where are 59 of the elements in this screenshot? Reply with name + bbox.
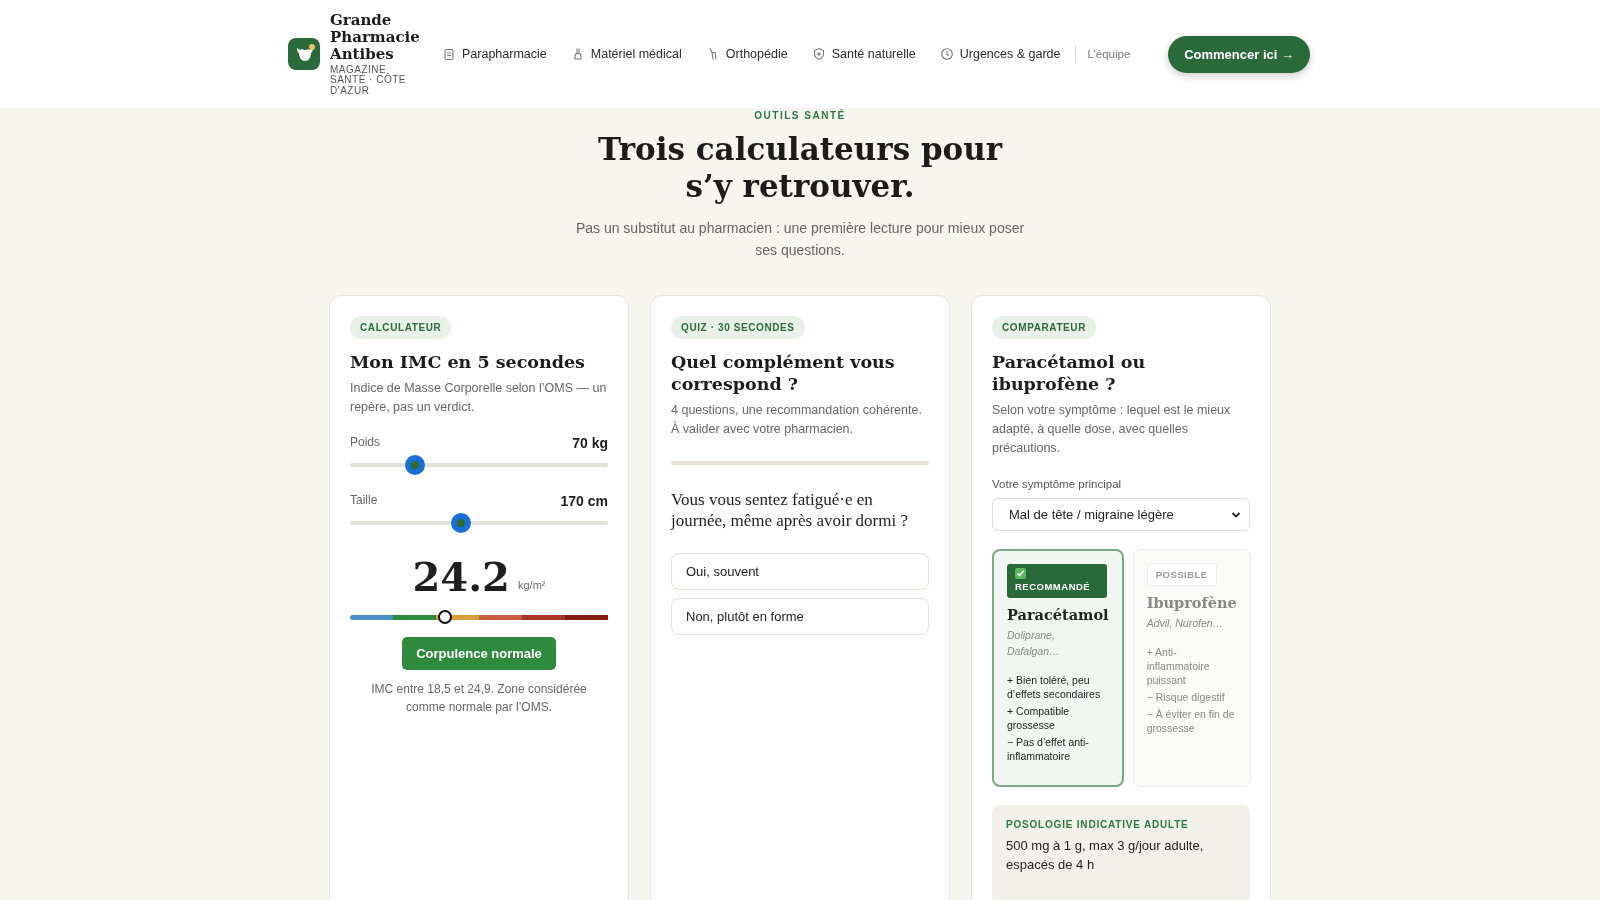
card-description: Indice de Masse Corporelle selon l’OMS — un repère, pas un verdict. — [350, 380, 608, 416]
option-point: + Anti-inflammatoire puissant — [1146, 645, 1211, 687]
nav-link[interactable]: Santé naturelle — [811, 47, 916, 61]
card-title: Quel complément vous correspond ? — [671, 351, 896, 395]
dosage-label: POSOLOGIE INDICATIVE ADULTE — [1006, 819, 1190, 830]
bmi-value: 24.2 — [412, 557, 510, 597]
nav-icon — [939, 47, 954, 61]
option-point: + Bien toléré, peu d’effets secondaires — [1007, 673, 1102, 701]
card-tag: CALCULATEUR — [350, 316, 452, 339]
caret-icon — [1231, 510, 1241, 519]
page-title: Trois calculateurs pour s’y retrouver. — [596, 131, 1004, 205]
nav-icon — [442, 47, 456, 61]
bmi-unit: kg/m² — [517, 579, 546, 591]
page-subtitle: Pas un substitut au pharmacien : une première lecture pour mieux poser ses questions. — [574, 219, 1026, 260]
card-title: Mon IMC en 5 secondes — [350, 351, 586, 373]
answer-button[interactable]: Oui, souvent — [671, 553, 929, 590]
symptom-select[interactable]: Mal de tête / migraine légère — [992, 498, 1250, 531]
nav-link[interactable]: Matériel médical — [570, 47, 682, 61]
option-brands: Advil, Nurofen… — [1146, 616, 1225, 631]
option-name: Ibuprofène — [1146, 594, 1237, 611]
verdict-label: Corpulence normale — [402, 637, 556, 670]
brand-name: Grande Pharmacie Antibes — [330, 11, 421, 63]
nav-link[interactable]: Parapharmacie — [442, 47, 547, 61]
brand-tagline: MAGAZINE SANTÉ · CÔTE D'AZUR — [330, 64, 407, 97]
option-card[interactable]: POSSIBLE Ibuprofène Advil, Nurofen… + Anti-inflammatoire puissant − Risque digestif − À éviter en fin de grossesse — [1132, 549, 1251, 787]
card-title: Paracétamol ou ibuprofène ? — [992, 351, 1147, 395]
option-brands: Doliprane, Dafalgan… — [1007, 628, 1061, 659]
slider-thumb[interactable] — [404, 455, 425, 475]
option-point: − À éviter en fin de grossesse — [1146, 707, 1236, 735]
nav-link[interactable]: L’équipe — [1087, 48, 1131, 60]
bmi-note: IMC entre 18,5 et 24,9. Zone considérée comme normale par l’OMS. — [370, 681, 588, 716]
slider-reading: 170 cm — [560, 493, 608, 509]
slider-track[interactable] — [350, 455, 608, 475]
nav-link[interactable]: Orthopédie — [705, 47, 788, 61]
dosage-text: 500 mg à 1 g, max 3 g/jour adulte, espacés de 4 h — [1006, 837, 1205, 874]
nav-icon — [811, 47, 826, 61]
start-button[interactable]: Commencer ici → — [1168, 35, 1310, 73]
card-tag: QUIZ · 30 SECONDES — [671, 316, 805, 339]
section-eyebrow: OUTILS SANTÉ — [754, 110, 846, 121]
answer-button[interactable]: Non, plutôt en forme — [671, 598, 929, 635]
option-point: − Pas d’effet anti-inflammatoire — [1007, 735, 1090, 763]
card-description: 4 questions, une recommandation cohérente. À valider avec votre pharmacien. — [671, 402, 923, 438]
slider-label: Taille — [350, 493, 378, 509]
nav-link[interactable]: Urgences & garde — [939, 47, 1061, 61]
slider-thumb[interactable] — [450, 513, 471, 533]
option-badge: POSSIBLE — [1146, 563, 1217, 586]
card-description: Selon votre symptôme : lequel est le mieux adapté, à quelle dose, avec quelles précautions. — [992, 402, 1232, 457]
field-label: Votre symptôme principal — [992, 478, 1123, 490]
slider-track[interactable] — [350, 513, 608, 533]
slider-label: Poids — [350, 435, 381, 451]
option-point: − Risque digestif — [1146, 690, 1226, 704]
quiz-question: Vous vous sentez fatigué·e en journée, même après avoir dormi ? — [671, 489, 909, 531]
option-point: + Compatible grossesse — [1007, 704, 1071, 732]
logo-icon — [288, 38, 320, 70]
card-tag: COMPARATEUR — [992, 316, 1096, 339]
option-name: Paracétamol — [1007, 606, 1109, 623]
recommended-badge: RECOMMANDÉ — [1007, 564, 1107, 598]
option-card[interactable]: RECOMMANDÉ Paracétamol Doliprane, Dafalgan… + Bien toléré, peu d’effets secondaires + Compatible grossesse − Pas d’effet anti-inflammatoire — [992, 549, 1124, 787]
slider-reading: 70 kg — [572, 435, 608, 451]
